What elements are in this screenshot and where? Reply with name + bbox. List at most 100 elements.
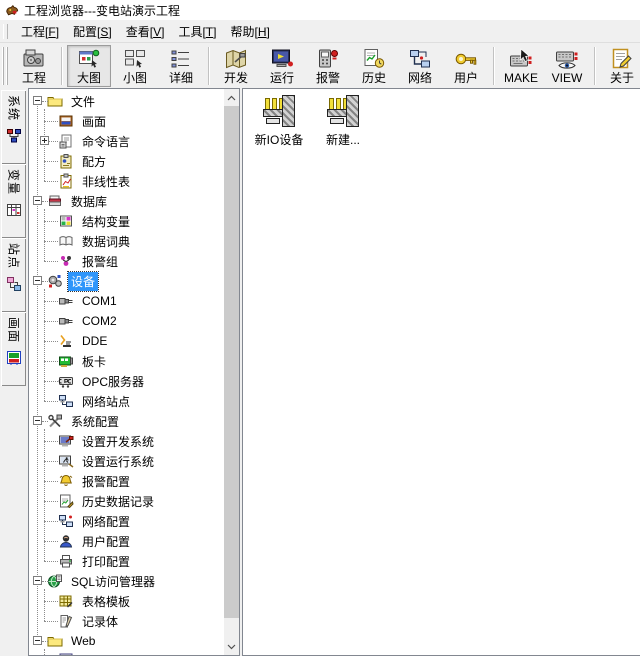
- toolbar-button-project[interactable]: 工程: [12, 45, 56, 87]
- tree-item-网络配置[interactable]: 网络配置: [29, 511, 224, 531]
- toolbar-button-small-icons[interactable]: 小图: [113, 45, 157, 87]
- tree-item-DDE[interactable]: DDE: [29, 331, 224, 351]
- tree-label[interactable]: 记录体: [79, 612, 121, 631]
- tree-item-OPC服务器[interactable]: OPC服务器: [29, 371, 224, 391]
- toolbar-button-about[interactable]: 关于: [600, 45, 640, 87]
- tree-connector: [44, 361, 58, 363]
- tree-label[interactable]: 板卡: [79, 352, 109, 371]
- tree-item-设备[interactable]: 设备: [29, 270, 224, 292]
- tree-item-设置运行系统[interactable]: 设置运行系统: [29, 451, 224, 471]
- toolbar-button-alarm[interactable]: 报警: [306, 45, 350, 87]
- tree-expand-minus[interactable]: [33, 276, 42, 285]
- toolbar-button-make[interactable]: MAKE: [499, 45, 543, 87]
- side-tab-system[interactable]: 系统: [1, 90, 26, 164]
- tree-item-数据库[interactable]: 数据库: [29, 191, 224, 211]
- tree-label[interactable]: 网络配置: [79, 512, 133, 531]
- tree-connector: [44, 621, 58, 623]
- tree-label[interactable]: 画面: [79, 112, 109, 131]
- tree-item-COM2[interactable]: COM2: [29, 311, 224, 331]
- app-icon[interactable]: [5, 3, 19, 17]
- tree-item-SQL访问管理器[interactable]: SQL访问管理器: [29, 571, 224, 591]
- tree-expand-minus[interactable]: [33, 636, 42, 645]
- tree-label[interactable]: 结构变量: [79, 212, 133, 231]
- side-tab-variable[interactable]: 变量: [1, 164, 26, 238]
- tree-item-用户配置[interactable]: 用户配置: [29, 531, 224, 551]
- scroll-down-button[interactable]: [224, 638, 239, 655]
- tree-label[interactable]: SQL访问管理器: [68, 572, 158, 591]
- tree-item-COM1[interactable]: COM1: [29, 291, 224, 311]
- run-icon: [270, 47, 294, 71]
- toolbar-button-details[interactable]: 详细: [159, 45, 203, 87]
- toolbar-button-view[interactable]: VIEW: [545, 45, 589, 87]
- content-item-0[interactable]: 新IO设备: [249, 94, 309, 148]
- side-tab-station[interactable]: 站点: [1, 238, 26, 312]
- tree-expand-minus[interactable]: [33, 96, 42, 105]
- tree-item-非线性表[interactable]: 非线性表: [29, 171, 224, 191]
- tree-item-结构变量[interactable]: 结构变量: [29, 211, 224, 231]
- tree-item-命令语言[interactable]: 命令语言: [29, 131, 224, 151]
- tree-expand-minus[interactable]: [33, 196, 42, 205]
- menu-item-config[interactable]: 配置[S]: [66, 22, 119, 42]
- tree-item-hidden[interactable]: [29, 651, 224, 655]
- tree-item-设置开发系统[interactable]: 设置开发系统: [29, 431, 224, 451]
- tree-label[interactable]: 数据词典: [79, 232, 133, 251]
- tree-label[interactable]: 文件: [68, 92, 98, 111]
- tree-label[interactable]: 命令语言: [79, 132, 133, 151]
- tree-item-文件[interactable]: 文件: [29, 91, 224, 111]
- tree-label[interactable]: 网络站点: [79, 392, 133, 411]
- tree-item-报警配置[interactable]: 报警配置: [29, 471, 224, 491]
- tree-label[interactable]: 表格模板: [79, 592, 133, 611]
- tree-label[interactable]: 系统配置: [68, 412, 122, 431]
- tree-item-系统配置[interactable]: 系统配置: [29, 411, 224, 431]
- tree-item-板卡[interactable]: 板卡: [29, 351, 224, 371]
- toolbar-button-run[interactable]: 运行: [260, 45, 304, 87]
- tree-label[interactable]: 配方: [79, 152, 109, 171]
- menu-item-tools[interactable]: 工具[T]: [171, 22, 223, 42]
- tree-label[interactable]: 报警组: [79, 252, 121, 271]
- menu-item-view[interactable]: 查看[V]: [119, 22, 172, 42]
- content-item-1[interactable]: 新建...: [313, 94, 373, 148]
- tree-label[interactable]: 用户配置: [79, 532, 133, 551]
- tree-item-打印配置[interactable]: 打印配置: [29, 551, 224, 571]
- toolbar-gripper[interactable]: [2, 46, 9, 85]
- tree-expand-minus[interactable]: [33, 576, 42, 585]
- tree-label[interactable]: COM1: [79, 293, 120, 309]
- tree-scrollbar[interactable]: [224, 89, 239, 655]
- tree-item-历史数据记录[interactable]: 历史数据记录: [29, 491, 224, 511]
- tree-label[interactable]: 设置开发系统: [79, 432, 157, 451]
- toolbar-button-history[interactable]: 历史: [352, 45, 396, 87]
- toolbar-button-user[interactable]: 用户: [444, 45, 488, 87]
- menubar-gripper[interactable]: [3, 23, 8, 39]
- tree-label[interactable]: 非线性表: [79, 172, 133, 191]
- tree-label[interactable]: DDE: [79, 333, 110, 349]
- tree-item-报警组[interactable]: 报警组: [29, 251, 224, 271]
- tree-item-数据词典[interactable]: 数据词典: [29, 231, 224, 251]
- tree-expand-minus[interactable]: [33, 416, 42, 425]
- tree-item-网络站点[interactable]: 网络站点: [29, 391, 224, 411]
- tree-item-表格模板[interactable]: 表格模板: [29, 591, 224, 611]
- tree-label[interactable]: Web: [68, 633, 98, 649]
- tree-label[interactable]: 设备: [66, 270, 100, 292]
- tree-item-记录体[interactable]: 记录体: [29, 611, 224, 631]
- tree-label[interactable]: OPC服务器: [79, 372, 147, 391]
- tree-label[interactable]: 报警配置: [79, 472, 133, 491]
- toolbar-button-network[interactable]: 网络: [398, 45, 442, 87]
- menu-item-project[interactable]: 工程[F]: [14, 22, 66, 42]
- toolbar-button-large-icons[interactable]: 大图: [67, 44, 111, 87]
- toolbar-button-develop[interactable]: 开发: [214, 45, 258, 87]
- side-tab-screen[interactable]: 画面: [1, 312, 26, 386]
- tree-item-配方[interactable]: 配方: [29, 151, 224, 171]
- tree-connector: [44, 481, 58, 483]
- tree-item-画面[interactable]: 画面: [29, 111, 224, 131]
- tree-expand-plus[interactable]: [40, 136, 49, 145]
- tree-label[interactable]: 数据库: [68, 192, 110, 211]
- scrollbar-thumb[interactable]: [224, 106, 239, 618]
- tree-label[interactable]: COM2: [79, 313, 120, 329]
- tree-label[interactable]: 历史数据记录: [79, 492, 157, 511]
- tree-label[interactable]: 设置运行系统: [79, 452, 157, 471]
- tree-connector: [44, 541, 58, 543]
- menu-item-help[interactable]: 帮助[H]: [223, 22, 276, 42]
- tree-item-Web[interactable]: Web: [29, 631, 224, 651]
- tree-label[interactable]: 打印配置: [79, 552, 133, 571]
- scroll-up-button[interactable]: [224, 89, 239, 106]
